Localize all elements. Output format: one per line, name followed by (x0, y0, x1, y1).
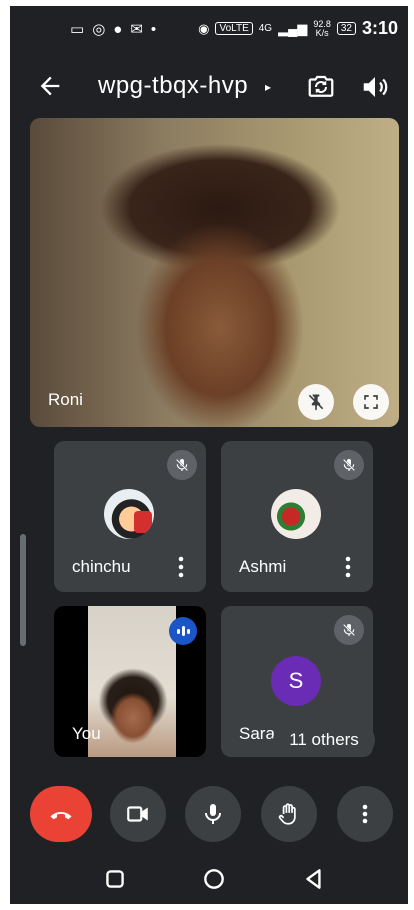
more-vert-icon (362, 804, 368, 824)
main-participant-name: Roni (48, 390, 83, 409)
switch-camera-icon[interactable] (306, 72, 336, 102)
edge-panel-handle[interactable] (20, 534, 26, 646)
videocam-icon (127, 806, 148, 822)
others-count-button[interactable]: 11 others (273, 723, 375, 757)
camera-button[interactable] (110, 786, 166, 842)
more-notifications-dot: • (150, 20, 157, 38)
chevron-right-icon[interactable]: ▸ (265, 80, 271, 94)
signal-icon: ▂▄▆ (278, 20, 308, 36)
participant-name: Ashmi (239, 557, 287, 576)
volte-badge: VoLTE (215, 22, 253, 35)
unpin-button[interactable] (298, 384, 334, 420)
battery-icon: 32 (336, 22, 356, 35)
avatar-shirt (134, 511, 152, 533)
call-notification-icon: ● (113, 20, 123, 38)
speaking-indicator-icon (169, 617, 197, 645)
mic-off-icon (342, 458, 356, 472)
participant-name: You (72, 724, 101, 743)
self-video (88, 606, 176, 757)
whatsapp-icon: ◎ (92, 21, 106, 38)
microphone-button[interactable] (185, 786, 241, 842)
hotspot-icon: ◉ (198, 20, 210, 36)
participant-name: Sara (239, 724, 275, 743)
more-vert-icon[interactable] (343, 555, 353, 579)
gmail-icon: ✉ (130, 21, 143, 38)
self-view-tile[interactable]: You (54, 606, 206, 757)
mic-off-icon (342, 623, 356, 637)
speaker-icon[interactable] (360, 72, 390, 102)
status-indicators: ◉ VoLTE 4G ▂▄▆ 92.8 K/s 32 3:10 (198, 18, 398, 39)
raise-hand-button[interactable] (261, 786, 317, 842)
mic-icon (205, 804, 221, 824)
end-call-button[interactable] (30, 786, 92, 842)
participant-tile[interactable]: Ashmi (221, 441, 373, 592)
clock: 3:10 (361, 18, 398, 38)
system-navigation-bar (10, 858, 408, 904)
more-vert-icon[interactable] (176, 555, 186, 579)
phone-hangup-icon (50, 811, 72, 820)
notification-icons: ▭ ◎ ● ✉ • (70, 20, 157, 39)
network-speed: 92.8 K/s (313, 18, 331, 38)
avatar: S (271, 656, 321, 706)
participant-name: chinchu (72, 557, 131, 576)
muted-indicator (334, 450, 364, 480)
meet-screen: ▭ ◎ ● ✉ • ◉ VoLTE 4G ▂▄▆ 92.8 K/s 32 3:1… (10, 6, 408, 904)
video-notification-icon: ▭ (70, 21, 85, 38)
avatar (271, 489, 321, 539)
recents-icon[interactable] (102, 866, 128, 892)
fullscreen-button[interactable] (353, 384, 389, 420)
hand-icon (278, 803, 296, 825)
network-type: 4G (258, 23, 273, 34)
muted-indicator (334, 615, 364, 645)
pin-off-icon (308, 394, 324, 411)
fullscreen-icon (364, 395, 378, 409)
meeting-code[interactable]: wpg-tbqx-hvp (98, 72, 248, 100)
mic-off-icon (175, 458, 189, 472)
back-nav-icon[interactable] (301, 866, 327, 892)
more-options-button[interactable] (337, 786, 393, 842)
status-bar: ▭ ◎ ● ✉ • ◉ VoLTE 4G ▂▄▆ 92.8 K/s 32 3:1… (10, 6, 408, 54)
main-video-tile[interactable]: Roni (30, 118, 399, 427)
home-icon[interactable] (201, 866, 227, 892)
back-arrow-icon[interactable] (36, 72, 64, 100)
avatar (104, 489, 154, 539)
meeting-header: wpg-tbqx-hvp ▸ (10, 64, 408, 114)
muted-indicator (167, 450, 197, 480)
participant-tile[interactable]: chinchu (54, 441, 206, 592)
